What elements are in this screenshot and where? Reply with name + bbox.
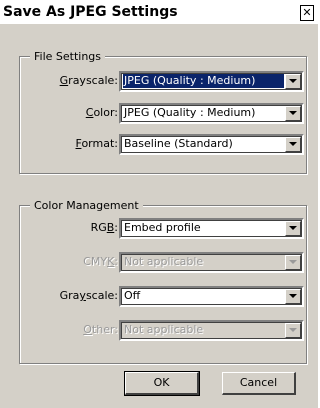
cmyk-profile-select: Not applicable <box>119 252 304 273</box>
chevron-down-icon[interactable] <box>285 221 301 236</box>
grayscale-format-value: JPEG (Quality : Medium) <box>123 74 284 88</box>
other-label: Other: <box>83 323 118 336</box>
chevron-down-icon[interactable] <box>285 137 301 152</box>
save-as-jpeg-dialog: Save As JPEG Settings ✕ File Settings Gr… <box>0 0 318 408</box>
color-format-select[interactable]: JPEG (Quality : Medium) <box>119 103 304 124</box>
chevron-down-icon[interactable] <box>285 106 301 121</box>
rgb-profile-select[interactable]: Embed profile <box>119 218 304 239</box>
dialog-title: Save As JPEG Settings <box>3 4 178 20</box>
color-format-label: Color: <box>85 106 118 119</box>
color-management-group: Color Management RGB: Embed profile CMYK… <box>19 198 307 364</box>
chevron-down-icon <box>285 323 301 338</box>
chevron-down-icon[interactable] <box>285 289 301 304</box>
grayscale-format-select[interactable]: JPEG (Quality : Medium) <box>119 71 304 92</box>
cancel-button[interactable]: Cancel <box>222 372 296 395</box>
format-select[interactable]: Baseline (Standard) <box>119 134 304 155</box>
color-format-value: JPEG (Quality : Medium) <box>124 106 256 119</box>
grayscale-profile-select[interactable]: Off <box>119 286 304 307</box>
ok-button[interactable]: OK <box>124 371 200 396</box>
grayscale-profile-value: Off <box>124 289 141 302</box>
rgb-label: RGB: <box>90 221 118 234</box>
format-value: Baseline (Standard) <box>124 137 233 150</box>
rgb-profile-value: Embed profile <box>124 221 201 234</box>
close-icon[interactable]: ✕ <box>300 5 314 21</box>
grayscale-profile-label: Grayscale: <box>59 289 118 302</box>
other-profile-select: Not applicable <box>119 320 304 341</box>
chevron-down-icon[interactable] <box>285 74 301 89</box>
cmyk-profile-value: Not applicable <box>124 255 204 268</box>
format-label: Format: <box>75 137 118 150</box>
grayscale-format-label: Grayscale: <box>59 74 118 87</box>
file-settings-group: File Settings Grayscale: JPEG (Quality :… <box>19 49 307 174</box>
other-profile-value: Not applicable <box>124 323 204 336</box>
color-management-legend: Color Management <box>30 198 143 213</box>
file-settings-legend: File Settings <box>30 49 106 64</box>
cmyk-label: CMYK: <box>83 255 118 268</box>
title-bar: Save As JPEG Settings ✕ <box>0 0 318 24</box>
chevron-down-icon <box>285 255 301 270</box>
